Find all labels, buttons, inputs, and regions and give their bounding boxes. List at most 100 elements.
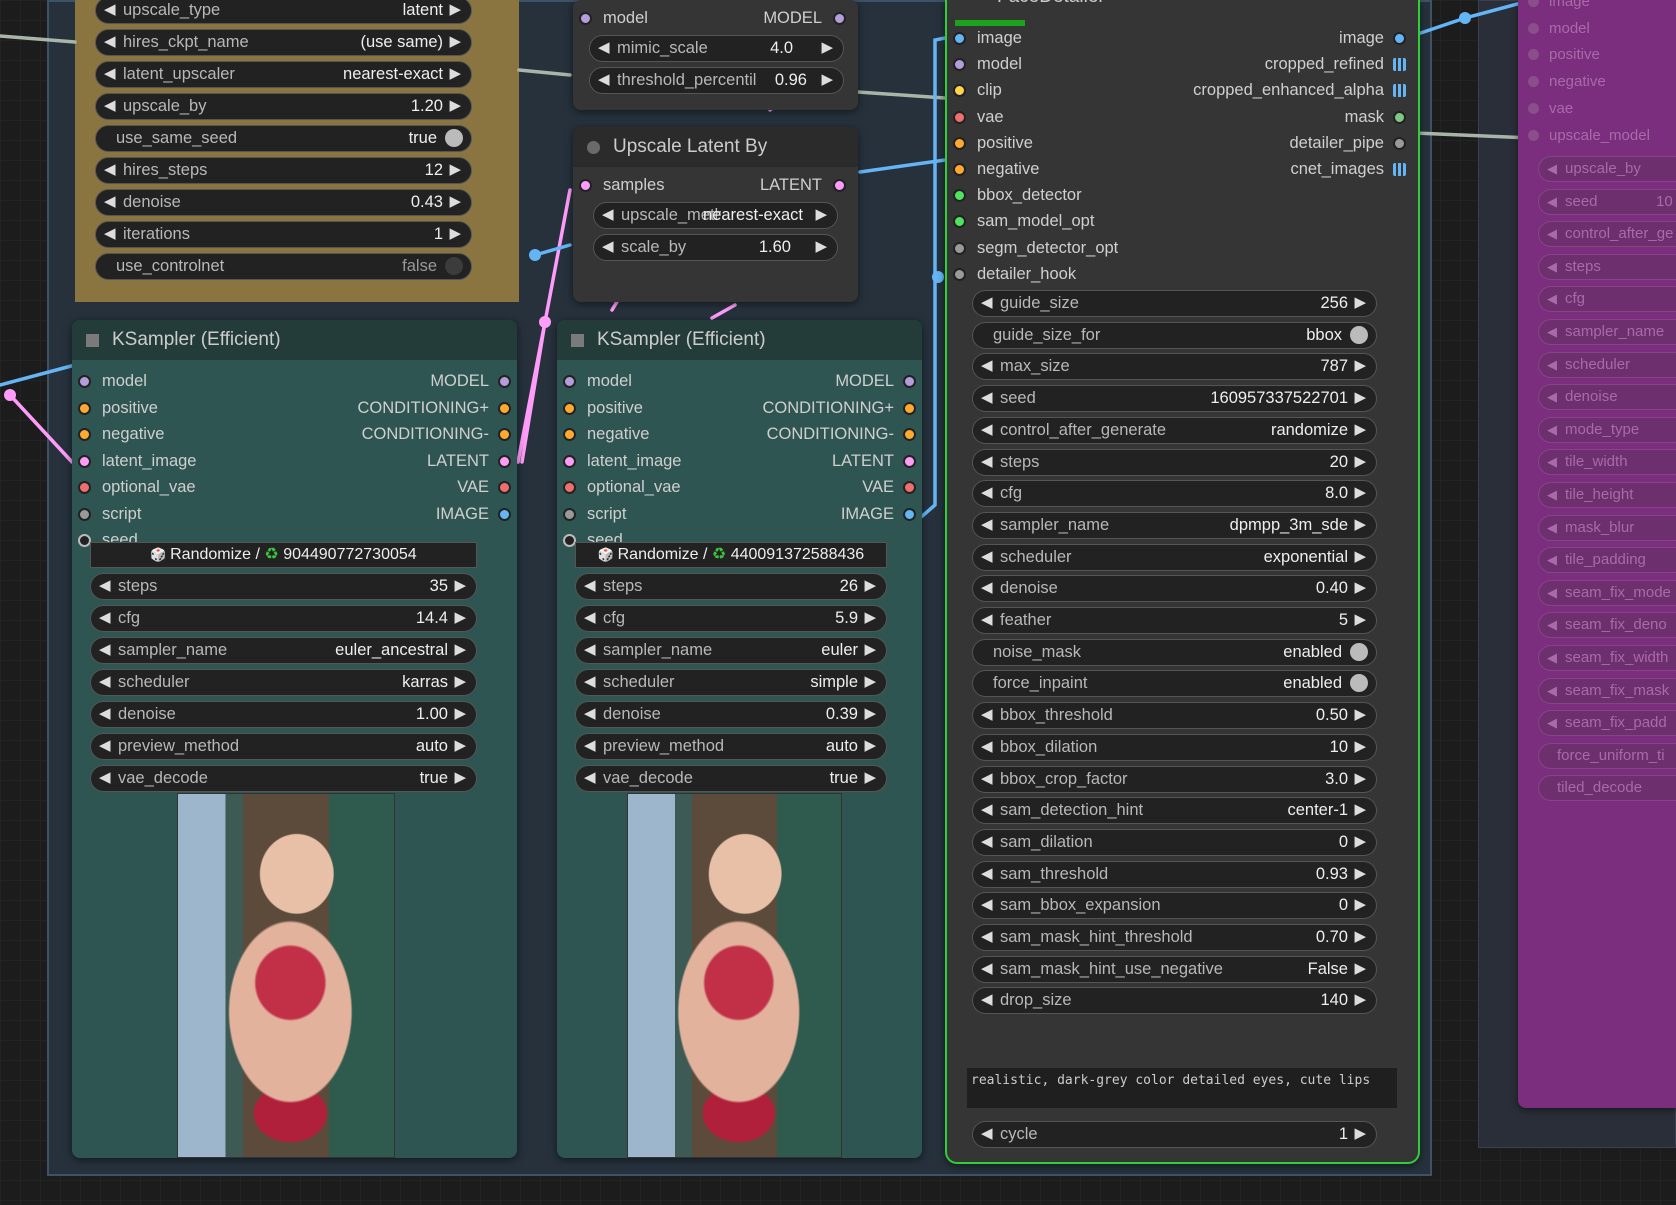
input-dot[interactable]	[563, 428, 576, 441]
output-image[interactable]: IMAGE	[692, 501, 922, 528]
collapse-square-icon[interactable]	[571, 334, 584, 347]
output-dot[interactable]	[903, 481, 916, 494]
arrow-left-icon[interactable]: ◀	[1547, 157, 1557, 181]
arrow-left-icon[interactable]: ◀	[99, 734, 111, 758]
toggle-guide-size-for[interactable]: guide_size_for bbox	[972, 321, 1377, 349]
ksampler-node-2[interactable]: KSampler (Efficient) model positive negati…	[557, 320, 922, 1158]
output-dot[interactable]	[903, 375, 916, 388]
arrow-left-icon[interactable]: ◀	[981, 957, 993, 981]
arrow-right-icon[interactable]: ▶	[1354, 1122, 1366, 1146]
arrow-right-icon[interactable]: ▶	[1354, 830, 1366, 854]
arrow-left-icon[interactable]: ◀	[584, 638, 596, 662]
arrow-right-icon[interactable]: ▶	[1354, 735, 1366, 759]
arrow-left-icon[interactable]: ◀	[584, 702, 596, 726]
output-detailer-pipe[interactable]: detailer_pipe	[1122, 130, 1412, 157]
input-script[interactable]: script	[72, 501, 272, 528]
output-vae[interactable]: VAE	[287, 474, 517, 501]
output-cropped-enhanced-alpha[interactable]: cropped_enhanced_alpha	[1122, 77, 1412, 104]
output-model[interactable]: MODEL	[287, 368, 517, 395]
arrow-right-icon[interactable]: ▶	[454, 574, 466, 598]
ksampler-node-1[interactable]: KSampler (Efficient) model positive negati…	[72, 320, 517, 1158]
widget-seam-fix-mode[interactable]: ◀ seam_fix_mode	[1538, 579, 1676, 606]
arrow-left-icon[interactable]: ◀	[584, 606, 596, 630]
arrow-left-icon[interactable]: ◀	[1547, 450, 1557, 474]
widget-denoise[interactable]: ◀ denoise 1.00 ▶	[90, 701, 477, 728]
arrow-right-icon[interactable]: ▶	[449, 62, 461, 86]
widget-seam-fix-padd[interactable]: ◀ seam_fix_padd	[1538, 710, 1676, 737]
input-dot[interactable]	[563, 454, 576, 468]
widget-preview-method[interactable]: ◀ preview_method auto ▶	[90, 733, 477, 760]
widget-latent-upscaler[interactable]: ◀ latent_upscaler nearest-exact ▶	[95, 61, 472, 88]
widget-upscale-by[interactable]: ◀ upscale_by 1.20 ▶	[95, 93, 472, 120]
arrow-right-icon[interactable]: ▶	[454, 734, 466, 758]
input-dot[interactable]	[953, 189, 966, 203]
widget-sampler-name[interactable]: ◀ sampler_name	[1538, 319, 1676, 345]
arrow-left-icon[interactable]: ◀	[598, 68, 610, 92]
output-dot[interactable]	[903, 507, 916, 521]
input-model[interactable]: model	[72, 368, 272, 395]
arrow-right-icon[interactable]: ▶	[864, 670, 876, 694]
arrow-left-icon[interactable]: ◀	[1547, 385, 1557, 409]
input-dot[interactable]	[953, 32, 966, 45]
widget-scheduler[interactable]: ◀ scheduler	[1538, 351, 1676, 378]
arrow-left-icon[interactable]: ◀	[1547, 222, 1557, 246]
arrow-right-icon[interactable]: ▶	[1354, 513, 1366, 537]
toggle-knob[interactable]	[1350, 325, 1368, 344]
output-dot[interactable]	[498, 401, 511, 415]
input-bbox-detector[interactable]: bbox_detector	[947, 182, 1177, 209]
widget-cycle[interactable]: ◀ cycle 1 ▶	[972, 1121, 1377, 1148]
input-detailer-hook[interactable]: detailer_hook	[947, 261, 1177, 288]
output-dot[interactable]	[498, 454, 511, 468]
arrow-right-icon[interactable]: ▶	[1354, 450, 1366, 474]
widget-steps[interactable]: ◀ steps 35 ▶	[90, 573, 477, 600]
arrow-right-icon[interactable]: ▶	[1354, 291, 1366, 315]
arrow-right-icon[interactable]: ▶	[864, 638, 876, 662]
widget-tile-padding[interactable]: ◀ tile_padding	[1538, 547, 1676, 574]
widget-denoise[interactable]: ◀ denoise 0.40 ▶	[972, 575, 1377, 603]
arrow-left-icon[interactable]: ◀	[1547, 255, 1557, 279]
widget-steps[interactable]: ◀ steps 26 ▶	[575, 573, 887, 600]
input-dot[interactable]	[953, 215, 966, 229]
output-mask[interactable]: mask	[1122, 104, 1412, 131]
toggle-knob[interactable]	[1350, 642, 1368, 661]
arrow-right-icon[interactable]: ▶	[449, 30, 461, 54]
widget-scheduler[interactable]: ◀ scheduler exponential ▶	[972, 543, 1377, 571]
widget-max-size[interactable]: ◀ max_size 787 ▶	[972, 353, 1377, 381]
arrow-left-icon[interactable]: ◀	[104, 222, 116, 246]
widget-hires-ckpt-name[interactable]: ◀ hires_ckpt_name (use same) ▶	[95, 29, 472, 56]
widget-iterations[interactable]: ◀ iterations 1 ▶	[95, 221, 472, 248]
widget-preview-method[interactable]: ◀ preview_method auto ▶	[575, 733, 887, 760]
arrow-left-icon[interactable]: ◀	[1547, 548, 1557, 572]
arrow-right-icon[interactable]: ▶	[1354, 545, 1366, 569]
widget-tiled-decode[interactable]: tiled_decode	[1538, 775, 1676, 802]
widget-force-uniform-ti[interactable]: force_uniform_ti	[1538, 742, 1676, 769]
input-negative[interactable]: negative	[72, 421, 272, 448]
arrow-left-icon[interactable]: ◀	[1547, 353, 1557, 377]
arrow-left-icon[interactable]: ◀	[1547, 418, 1557, 442]
arrow-right-icon[interactable]: ▶	[815, 235, 827, 259]
arrow-right-icon[interactable]: ▶	[454, 670, 466, 694]
arrow-right-icon[interactable]: ▶	[449, 158, 461, 182]
toggle-knob[interactable]	[445, 257, 463, 275]
widget-seam-fix-deno[interactable]: ◀ seam_fix_deno	[1538, 612, 1676, 639]
arrow-left-icon[interactable]: ◀	[99, 670, 111, 694]
arrow-right-icon[interactable]: ▶	[1354, 703, 1366, 727]
arrow-left-icon[interactable]: ◀	[104, 30, 116, 54]
arrow-right-icon[interactable]: ▶	[1354, 925, 1366, 949]
input-dot[interactable]	[953, 136, 966, 150]
arrow-right-icon[interactable]: ▶	[449, 222, 461, 246]
widget-scheduler[interactable]: ◀ scheduler karras ▶	[90, 669, 477, 696]
input-vae[interactable]: vae	[1528, 100, 1573, 117]
arrow-left-icon[interactable]: ◀	[584, 574, 596, 598]
node-title[interactable]: KSampler (Efficient)	[557, 320, 922, 360]
input-dot[interactable]	[78, 375, 91, 388]
widget-control-after-ge[interactable]: ◀ control_after_ge	[1538, 221, 1676, 248]
output-dot[interactable]	[1393, 58, 1406, 72]
widget-steps[interactable]: ◀ steps	[1538, 253, 1676, 280]
output-dot[interactable]	[1393, 84, 1406, 98]
upscale-latent-node[interactable]: Upscale Latent By samples LATENT ◀ upsca…	[573, 127, 858, 302]
toggle-noise-mask[interactable]: noise_mask enabled	[972, 638, 1377, 666]
output-conditioning[interactable]: CONDITIONING-	[287, 421, 517, 448]
widget-vae-decode[interactable]: ◀ vae_decode true ▶	[575, 765, 887, 792]
arrow-left-icon[interactable]: ◀	[1547, 581, 1557, 605]
